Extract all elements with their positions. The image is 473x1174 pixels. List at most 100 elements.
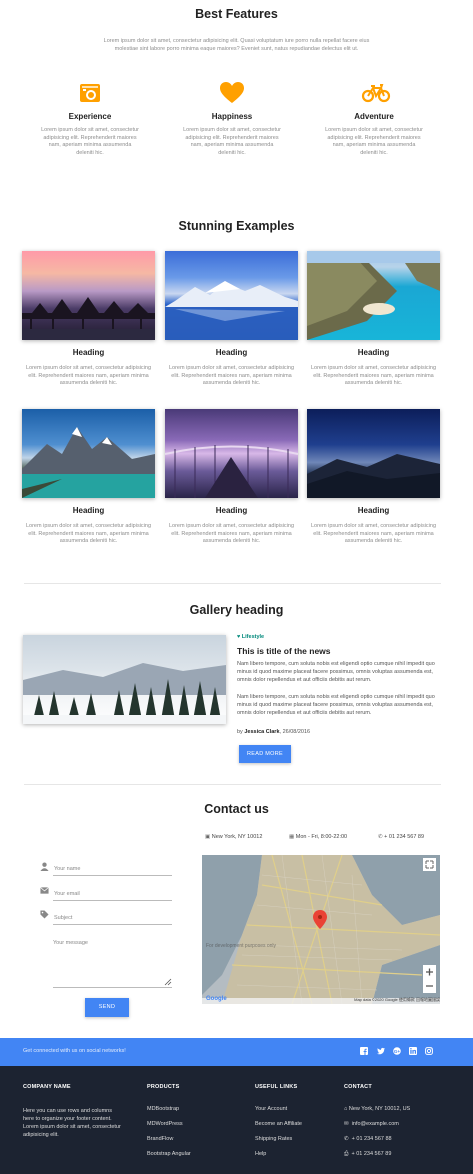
feature-happiness: Happiness Lorem ipsum dolor sit amet, co… [182,80,282,157]
feature-text: Lorem ipsum dolor sit amet, consectetur … [183,127,281,156]
footer-link[interactable]: MDWordPress [147,1121,183,1127]
example-heading: Heading [72,348,105,357]
example-text: Lorem ipsum dolor sit amet, consectetur … [25,523,152,544]
example-heading: Heading [215,348,248,357]
example-image[interactable] [22,251,155,340]
example-text: Lorem ipsum dolor sit amet, consectetur … [168,523,295,544]
example-text: Lorem ipsum dolor sit amet, consectetur … [310,365,437,386]
map-attribution[interactable]: Map data ©2020 Google 使用條款 回報地圖錯誤 [354,997,440,1003]
footer-link[interactable]: BrandFlow [147,1136,173,1142]
footer-company: COMPANY NAME Here you can use rows and c… [23,1084,123,1139]
heart-icon [219,80,245,106]
map[interactable]: Google For development purposes only Map… [202,855,440,1004]
news-byline: by Jessica Clark, 26/08/2016 [237,729,310,735]
example-image[interactable] [165,251,298,340]
name-placeholder: Your name [54,866,81,872]
footer-link[interactable]: Become an Affiliate [255,1121,302,1127]
example-image[interactable] [164,409,299,498]
example-text: Lorem ipsum dolor sit amet, consectetur … [25,365,152,386]
example-image[interactable] [307,251,440,340]
footer-link[interactable]: Help [255,1151,266,1157]
message-placeholder: Your message [53,940,88,946]
email-field[interactable]: Your email [40,886,172,901]
features-title: Best Features [195,7,278,21]
footer-products-title: PRODUCTS [147,1084,180,1090]
footer-products: PRODUCTS MDBootstrap MDWordPress BrandFl… [147,1084,237,1174]
news-date: , 26/08/2016 [279,729,311,735]
read-more-button[interactable]: READ MORE [239,745,291,763]
news-title: This is title of the news [237,646,331,656]
footer-link[interactable]: Shipping Rates [255,1136,292,1142]
example-heading: Heading [215,506,248,515]
home-icon: ⌂ [344,1106,348,1112]
google-logo: Google [206,996,227,1002]
news-author[interactable]: Jessica Clark [244,729,279,735]
twitter-icon[interactable] [377,1047,385,1055]
footer: COMPANY NAME Here you can use rows and c… [0,1066,473,1174]
news-paragraph: Nam libero tempore, cum soluta nobis est… [237,694,435,716]
example-image[interactable] [307,409,440,498]
footer-company-text: Here you can use rows and columns here t… [23,1108,121,1138]
news-category-label: Lifestyle [241,634,265,640]
name-field[interactable]: Your name [40,862,172,876]
features-section: Best Features Lorem ipsum dolor sit amet… [0,0,473,175]
contact-address: ▣ New York, NY 10012 [205,834,262,840]
features-intro: Lorem ipsum dolor sit amet, consectetur … [103,38,370,52]
envelope-icon: ✉ [344,1121,349,1127]
send-button[interactable]: SEND [85,998,129,1017]
message-field[interactable]: Your message [40,936,172,988]
example-heading: Heading [357,506,390,515]
footer-link[interactable]: MDBootstrap [147,1106,179,1112]
example-text: Lorem ipsum dolor sit amet, consectetur … [168,365,295,386]
bicycle-icon [361,80,391,106]
footer-contact-title: CONTACT [344,1084,372,1090]
news-image[interactable] [23,635,226,724]
heart-icon: ♥ [237,634,241,640]
contact-address-text: New York, NY 10012 [211,834,263,840]
map-icon: ▣ [205,834,211,840]
instagram-icon[interactable] [425,1047,433,1055]
feature-title: Happiness [211,112,253,121]
envelope-icon [40,887,49,894]
linkedin-icon[interactable] [409,1047,417,1055]
news-category[interactable]: ♥ Lifestyle [237,634,264,640]
example-card: Heading Lorem ipsum dolor sit amet, cons… [307,251,440,388]
footer-link[interactable]: Your Account [255,1106,287,1112]
contact-phone-text: + 01 234 567 89 [384,834,425,840]
social-text: Get connected with us on social networks… [23,1048,126,1054]
social-bar: Get connected with us on social networks… [0,1038,473,1066]
footer-useful-links: USEFUL LINKS Your Account Become an Affi… [255,1084,335,1174]
divider [24,784,441,785]
example-text: Lorem ipsum dolor sit amet, consectetur … [310,523,437,544]
footer-link[interactable]: Bootstrap Angular [147,1151,191,1157]
phone-icon: ✆ [378,834,383,840]
footer-contact-fax: ⎙ + 01 234 567 89 [344,1151,391,1158]
map-canvas[interactable] [202,855,440,1004]
email-placeholder: Your email [54,891,80,897]
example-card: Heading Lorem ipsum dolor sit amet, cons… [22,251,155,388]
subject-field[interactable]: Subject [40,910,172,925]
google-plus-icon[interactable]: G+ [393,1047,401,1055]
examples-title: Stunning Examples [178,219,295,233]
contact-hours-text: Mon - Fri, 8:00-22:00 [295,834,348,840]
print-icon: ⎙ [344,1151,349,1157]
feature-title: Experience [68,112,112,121]
feature-text: Lorem ipsum dolor sit amet, consectetur … [41,127,139,156]
example-card: Heading Lorem ipsum dolor sit amet, cons… [22,409,155,546]
facebook-icon[interactable] [360,1047,368,1055]
footer-email-text[interactable]: info@example.com [352,1121,399,1127]
contact-title: Contact us [204,802,269,816]
example-card: Heading Lorem ipsum dolor sit amet, cons… [165,251,298,388]
tag-icon [40,910,49,919]
example-image[interactable] [22,409,155,498]
footer-contact-address: ⌂ New York, NY 10012, US [344,1106,410,1112]
feature-adventure: Adventure Lorem ipsum dolor sit amet, co… [324,80,424,157]
news-paragraph: Nam libero tempore, cum soluta nobis est… [237,661,435,683]
footer-company-title: COMPANY NAME [23,1084,71,1090]
feature-experience: Experience Lorem ipsum dolor sit amet, c… [40,80,140,157]
byline-prefix: by [237,729,243,735]
contact-hours: ▦ Mon - Fri, 8:00-22:00 [289,834,347,840]
resize-handle-icon[interactable] [164,978,172,986]
contact-phone: ✆ + 01 234 567 89 [378,834,424,840]
map-watermark: For development purposes only [206,943,277,949]
